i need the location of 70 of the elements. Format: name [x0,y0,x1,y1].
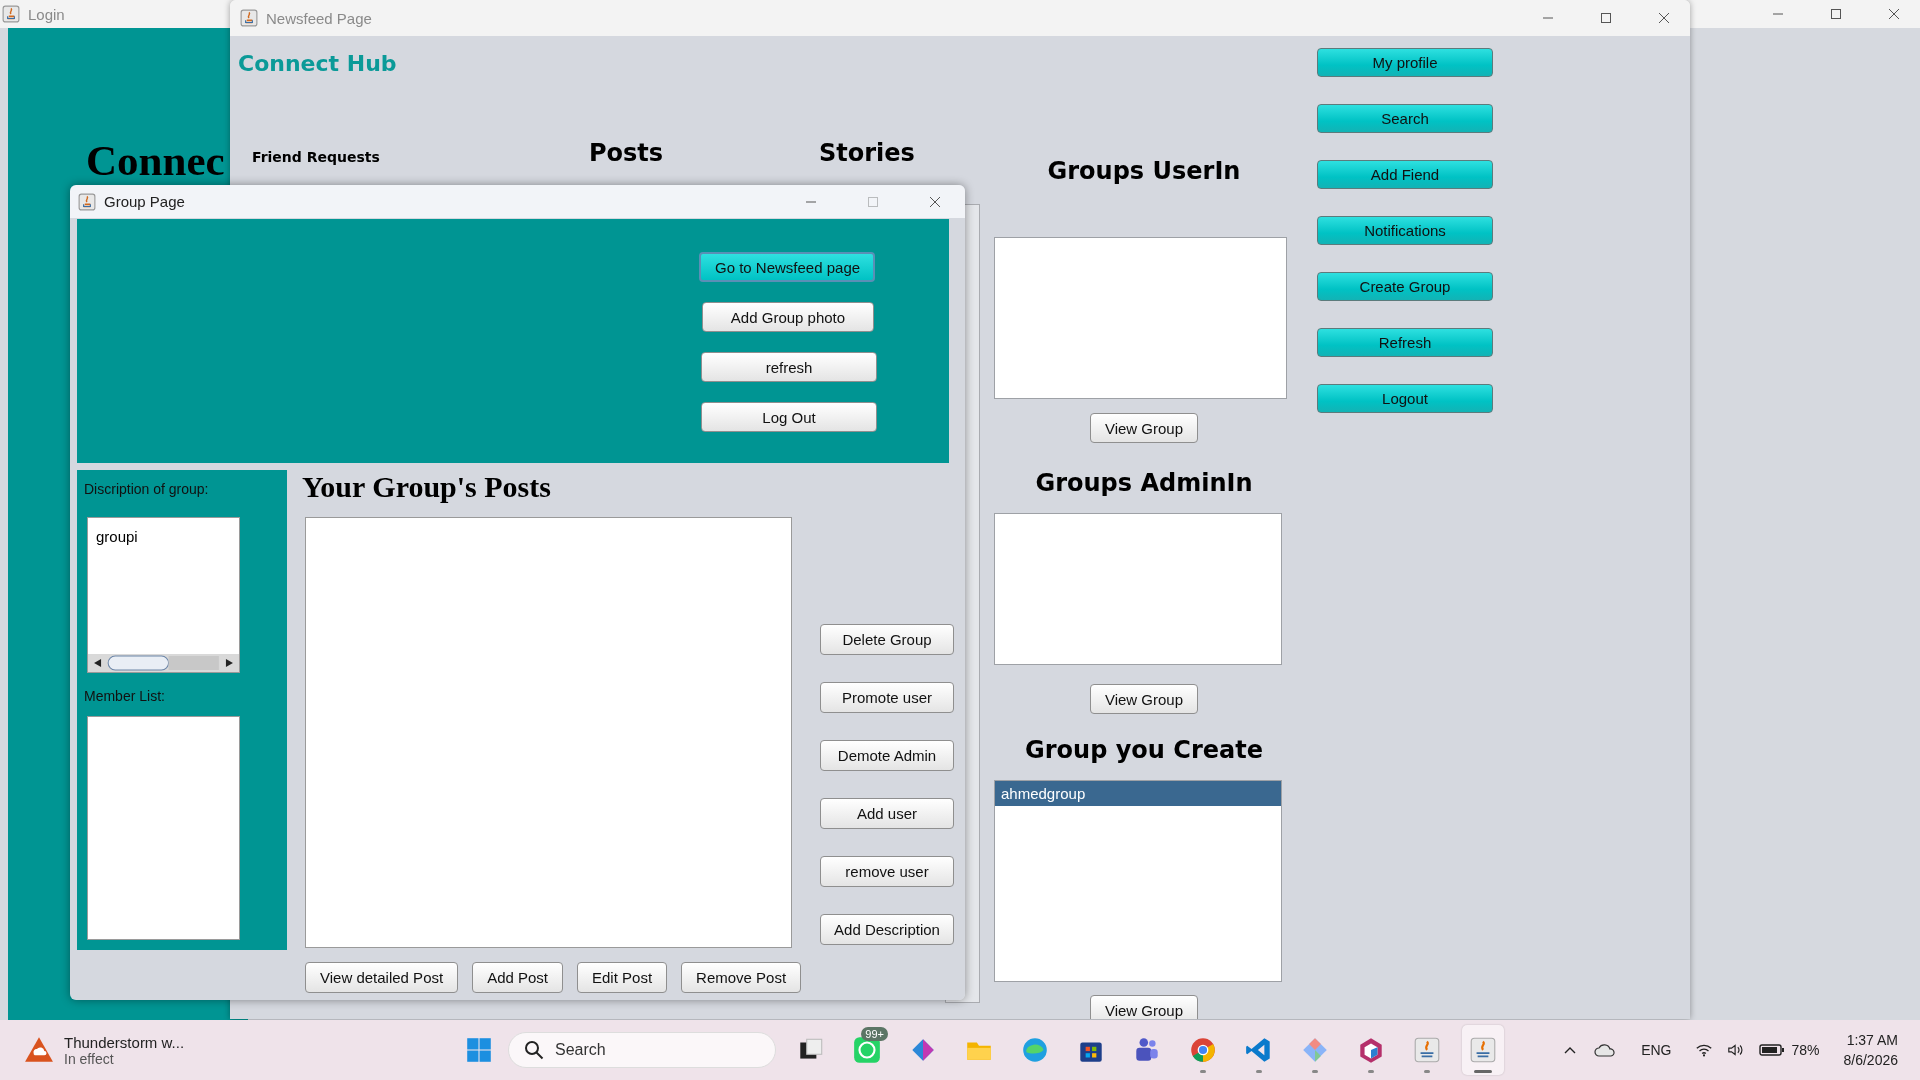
window-title: Newsfeed Page [266,9,372,27]
java-icon [240,9,258,27]
field-label: Discription of group: [84,481,209,497]
header-button[interactable]: Go to Newsfeed page [699,252,875,282]
search-icon [524,1040,544,1060]
section-title: Groups UserIn [1047,156,1241,187]
member-list[interactable] [87,716,240,940]
description-text: groupi [96,528,138,545]
action-button[interactable]: remove user [820,856,954,887]
nav-button[interactable]: Create Group [1317,272,1493,301]
list-item[interactable]: ahmedgroup [995,781,1281,806]
window-title: Group Page [104,193,185,210]
language-indicator[interactable]: ENG [1641,1042,1672,1058]
nav-button[interactable]: Refresh [1317,328,1493,357]
cloud-icon[interactable] [1593,1042,1618,1058]
close-icon[interactable] [929,195,941,208]
post-button[interactable]: Add Post [472,962,563,993]
view-group-button[interactable]: View Group [1089,684,1199,714]
header-button[interactable]: Add Group photo [702,302,874,332]
app-heading: Connec [86,136,225,185]
window-title: Login [28,5,65,23]
action-button[interactable]: Add Description [820,914,954,945]
horizontal-scrollbar[interactable] [88,654,239,672]
view-group-button[interactable]: View Group [1089,413,1199,443]
action-button[interactable]: Add user [820,798,954,829]
battery-percent[interactable]: 78% [1791,1042,1820,1058]
weather-title[interactable]: Thunderstorm w... [64,1033,185,1051]
section-title: Stories [819,139,915,167]
section-title: Friend Requests [252,149,380,165]
restore-icon[interactable] [1830,8,1842,20]
post-button[interactable]: Edit Post [577,962,668,993]
view-group-button[interactable]: View Group [1089,995,1199,1019]
action-button[interactable]: Delete Group [820,624,954,655]
post-button[interactable]: Remove Post [681,962,802,993]
taskbar-app[interactable]: 99+ [846,1025,888,1075]
warning-cloud-icon[interactable] [24,1035,54,1065]
description-area[interactable]: groupi [87,517,240,673]
weather-status[interactable]: In effect [64,1050,185,1067]
nav-button[interactable]: My profile [1317,48,1493,77]
windows-start-icon[interactable] [464,1035,494,1065]
clock-date[interactable]: 8/6/2026 [1843,1050,1898,1070]
java-icon [78,192,96,211]
close-icon[interactable] [1888,8,1900,20]
nav-button[interactable]: Logout [1317,384,1493,413]
header-button[interactable]: Log Out [701,402,877,432]
header-button[interactable]: refresh [701,352,877,382]
notification-badge: 99+ [861,1027,888,1041]
section-title: Groups AdminIn [1035,469,1253,499]
nav-button[interactable]: Notifications [1317,216,1493,245]
java-icon[interactable] [1412,1035,1442,1065]
section-title: Group you Create [1025,736,1263,766]
search-field[interactable]: Search [508,1032,776,1068]
battery-icon[interactable] [1759,1043,1786,1057]
action-button[interactable]: Demote Admin [820,740,954,771]
java-icon[interactable] [1468,1035,1498,1065]
maximize-icon[interactable] [1600,12,1612,24]
posts-title: Your Group's Posts [302,470,551,504]
clock-time[interactable]: 1:37 AM [1843,1030,1898,1050]
post-button[interactable]: View detailed Post [305,962,459,993]
browser-icon[interactable] [1020,1035,1050,1065]
app-brand: Connect Hub [238,51,397,76]
chrome-icon[interactable] [1188,1035,1218,1065]
section-title: Posts [589,139,664,167]
group-list[interactable]: ahmedgroup [994,780,1282,982]
action-button[interactable]: Promote user [820,682,954,713]
nav-button[interactable]: Search [1317,104,1493,133]
wifi-icon[interactable] [1695,1042,1714,1058]
field-label: Member List: [84,688,165,704]
nav-button[interactable]: Add Fiend [1317,160,1493,189]
close-icon[interactable] [1658,12,1670,24]
